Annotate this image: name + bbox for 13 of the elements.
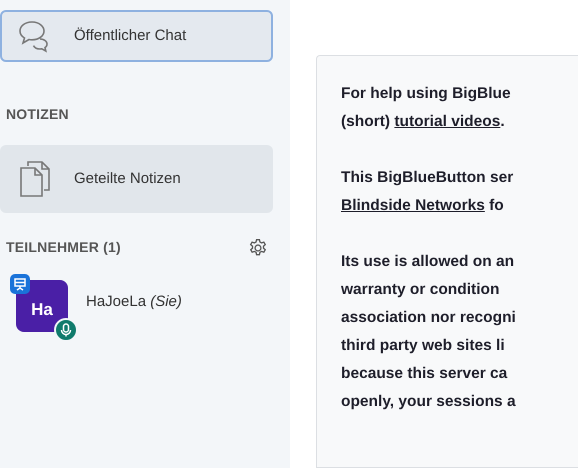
section-heading: NOTIZEN bbox=[6, 105, 69, 124]
notes-item[interactable]: Geteilte Notizen bbox=[0, 145, 273, 213]
info-paragraph: Its use is allowed on an warranty or condition association nor recogni third party web sites li because this server ca openly, your sessions a bbox=[341, 252, 517, 412]
chat-item[interactable]: Öffentlicher Chat bbox=[0, 10, 273, 62]
documents-icon bbox=[18, 160, 52, 198]
info-paragraph: This BigBlueButton ser Blindside Networks fo bbox=[341, 168, 514, 216]
info-link[interactable]: Blindside Networks bbox=[341, 197, 485, 214]
info-link[interactable]: tutorial videos bbox=[394, 113, 500, 130]
avatar-initials: Ha bbox=[31, 299, 53, 322]
info-paragraph: For help using BigBlue (short) tutorial videos. bbox=[341, 84, 512, 132]
participant-name: HaJoeLa (Sie) bbox=[86, 292, 182, 312]
settings-icon[interactable] bbox=[248, 238, 268, 258]
section-heading: TEILNEHMER (1) bbox=[6, 238, 121, 257]
